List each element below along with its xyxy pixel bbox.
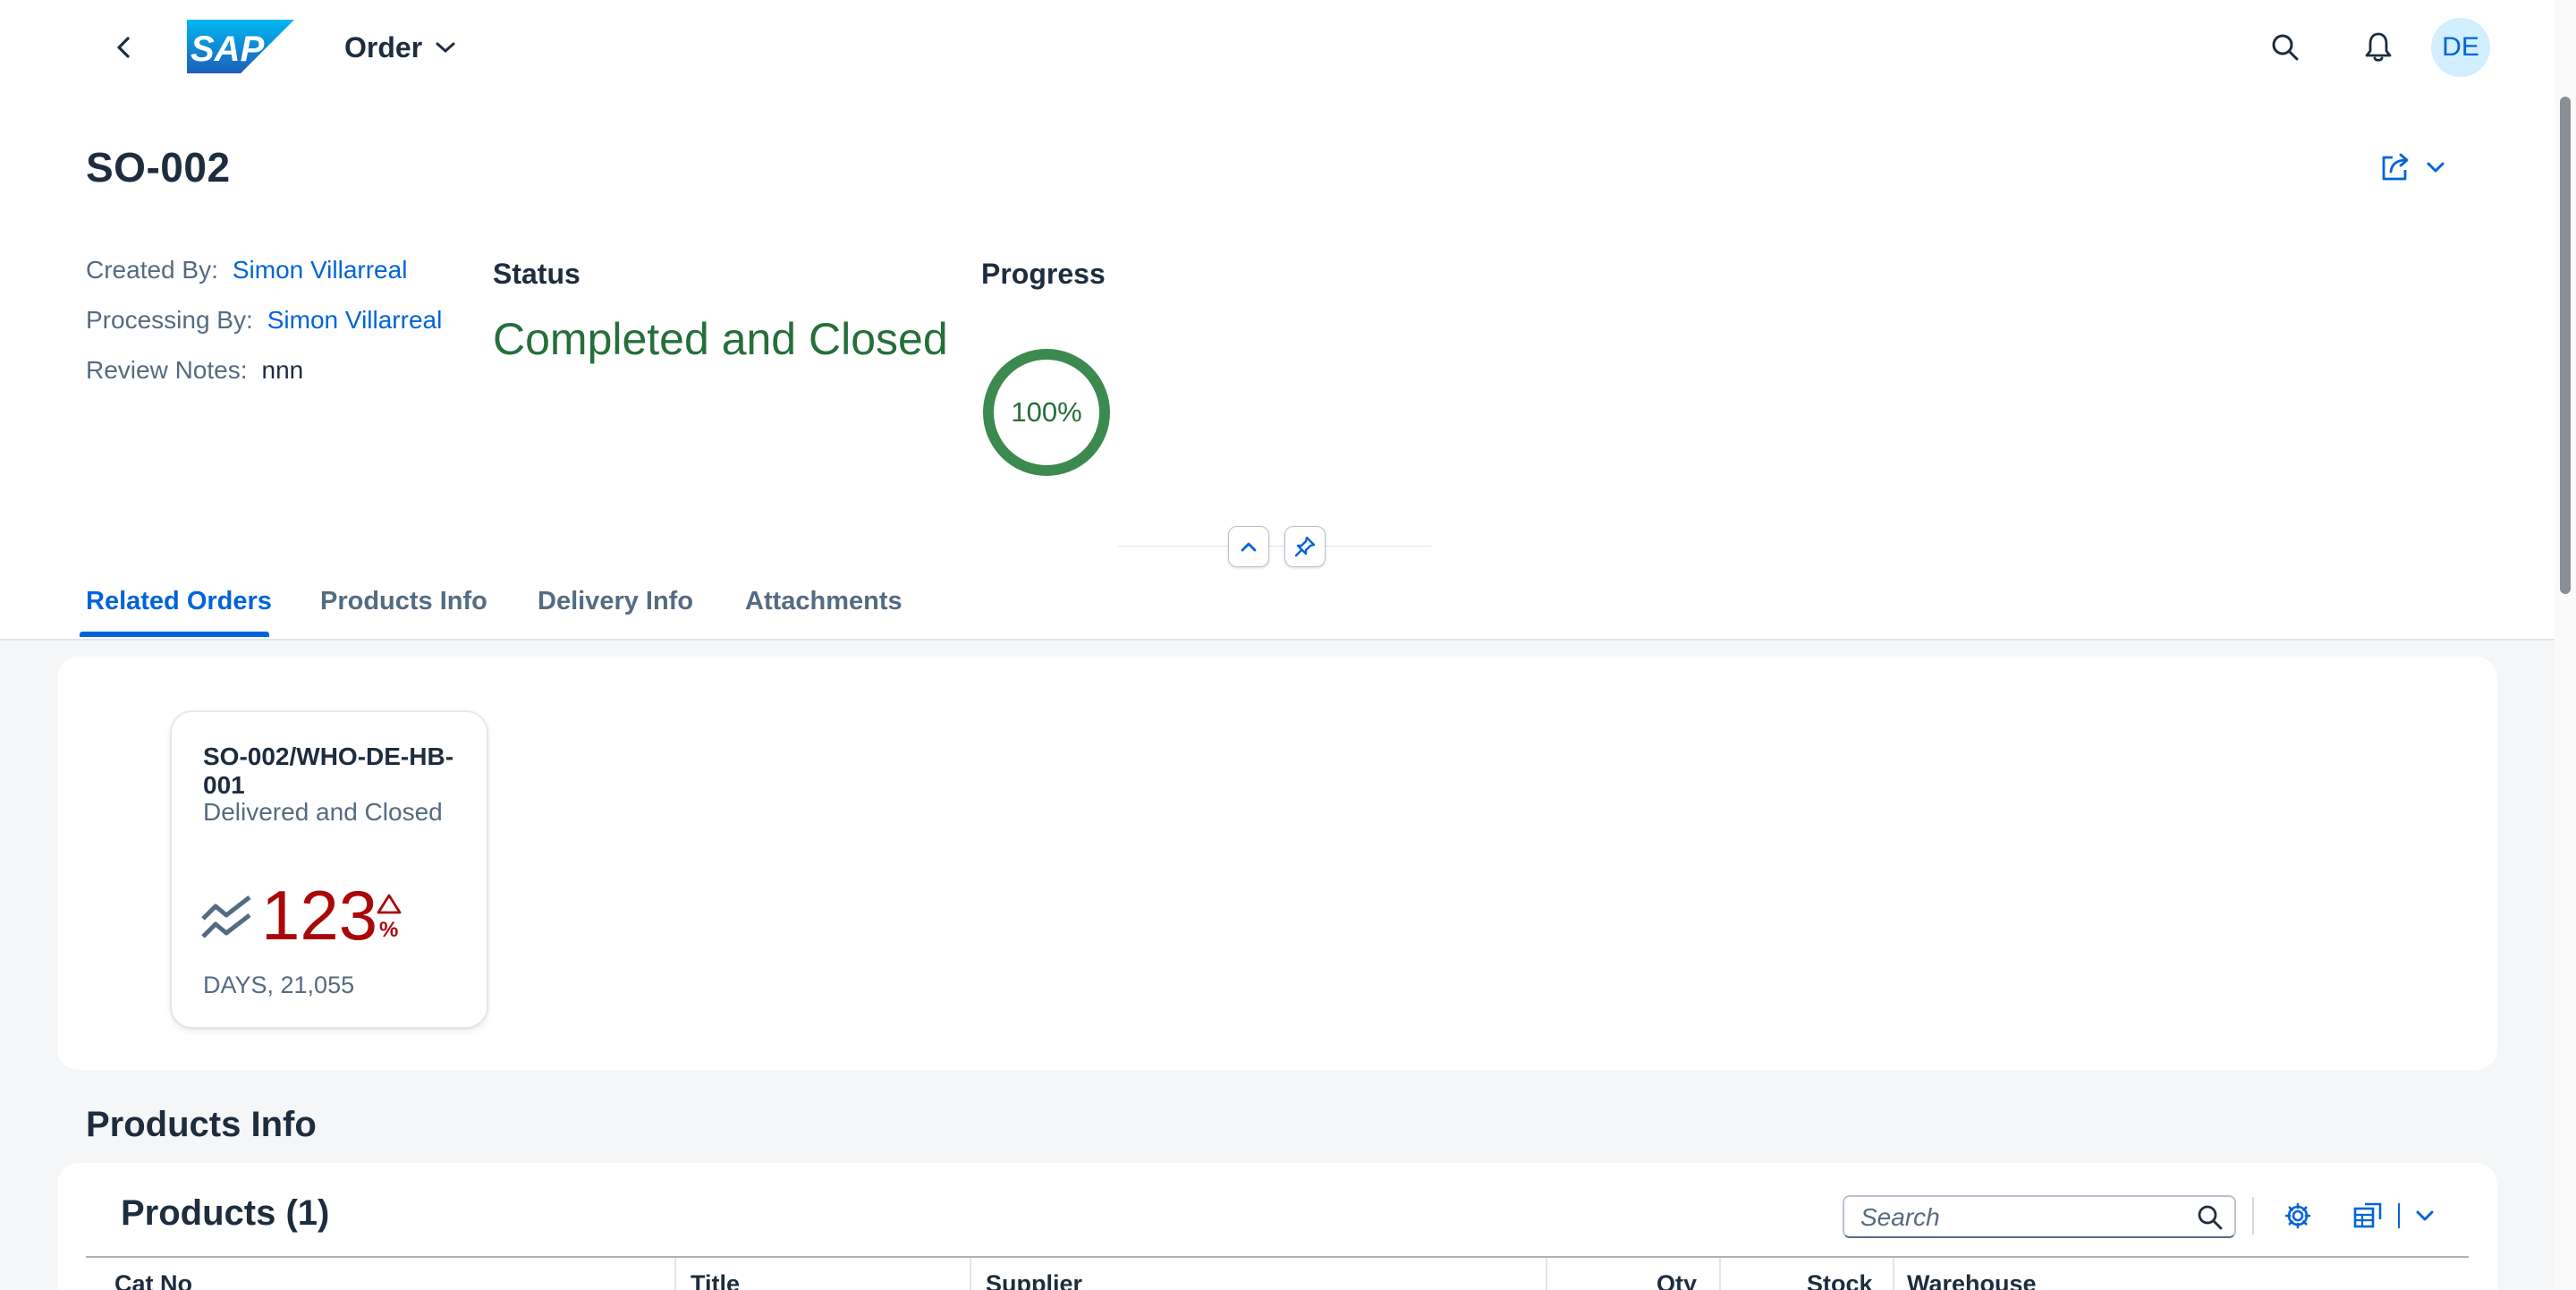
status-label: Status — [493, 258, 580, 290]
active-tab-indicator — [80, 632, 269, 637]
user-avatar[interactable]: DE — [2431, 18, 2490, 77]
export-button[interactable] — [2347, 1195, 2388, 1236]
pin-header-button[interactable] — [1284, 526, 1326, 567]
chevron-up-icon — [1241, 542, 1257, 552]
created-by-link[interactable]: Simon Villarreal — [233, 256, 408, 284]
progress-text: 100% — [1011, 396, 1082, 428]
tab-attachments[interactable]: Attachments — [745, 587, 902, 616]
search-button[interactable] — [2263, 25, 2308, 70]
column-header-supplier[interactable]: Supplier — [986, 1270, 1082, 1290]
tab-delivery-info[interactable]: Delivery Info — [538, 587, 693, 616]
processing-by-link[interactable]: Simon Villarreal — [267, 306, 443, 335]
header-divider — [1118, 546, 1431, 547]
trend-icon — [201, 895, 251, 938]
pin-icon — [1294, 536, 1316, 557]
table-search-input[interactable] — [1859, 1202, 2184, 1233]
chevron-down-icon — [2416, 1210, 2434, 1221]
column-separator — [970, 1258, 971, 1290]
avatar-initials: DE — [2442, 32, 2479, 62]
column-header-title[interactable]: Title — [691, 1270, 740, 1290]
tab-products-info[interactable]: Products Info — [320, 587, 487, 616]
chevron-left-icon — [117, 37, 130, 58]
created-by-attribute: Created By: Simon Villarreal — [86, 256, 407, 284]
gear-icon — [2284, 1202, 2311, 1229]
kpi-unit: % — [379, 918, 399, 942]
kpi-card[interactable]: SO-002/WHO-DE-HB-001 Delivered and Close… — [171, 711, 487, 1028]
table-settings-button[interactable] — [2277, 1195, 2318, 1236]
status-value: Completed and Closed — [493, 314, 948, 364]
kpi-value: 123 — [261, 876, 378, 955]
kpi-card-title: SO-002/WHO-DE-HB-001 — [203, 743, 454, 799]
trend-up-icon — [377, 894, 402, 914]
progress-label: Progress — [981, 258, 1106, 290]
processing-by-label: Processing By: — [86, 306, 253, 334]
collapse-header-button[interactable] — [1228, 526, 1269, 567]
table-search-field[interactable] — [1843, 1195, 2236, 1238]
chevron-down-icon — [436, 42, 455, 53]
tab-related-orders[interactable]: Related Orders — [86, 587, 272, 616]
table-search-button[interactable] — [2195, 1202, 2225, 1233]
column-separator — [1719, 1258, 1721, 1290]
review-notes-value: nnn — [261, 356, 304, 384]
app-root: SAP Order DE SO-002 Created By: Simon Vi… — [0, 0, 2576, 1290]
column-separator — [1546, 1258, 1547, 1290]
products-table-title: Products (1) — [121, 1193, 330, 1233]
column-header-cat-no[interactable]: Cat No — [114, 1270, 192, 1290]
page-scrollbar-thumb[interactable] — [2560, 97, 2571, 594]
products-section-title: Products Info — [86, 1105, 317, 1144]
sap-logo[interactable]: SAP — [187, 20, 294, 73]
export-options-button[interactable] — [2404, 1195, 2445, 1236]
search-icon — [2272, 34, 2299, 61]
column-header-warehouse[interactable]: Warehouse — [1907, 1270, 2037, 1290]
review-notes-attribute: Review Notes: nnn — [86, 356, 303, 385]
toolbar-separator — [2252, 1197, 2254, 1235]
products-table-header: Cat No Title Supplier Qty Stock Warehous… — [86, 1256, 2469, 1290]
export-spreadsheet-icon — [2353, 1202, 2382, 1228]
column-separator — [1893, 1258, 1894, 1290]
app-title-menu[interactable]: Order — [344, 27, 456, 68]
share-menu-button[interactable] — [2379, 152, 2445, 182]
share-icon — [2382, 153, 2409, 181]
column-header-stock[interactable]: Stock — [1807, 1270, 1873, 1290]
search-icon — [2198, 1205, 2223, 1230]
app-title: Order — [344, 30, 423, 64]
column-header-qty[interactable]: Qty — [1657, 1270, 1697, 1290]
created-by-label: Created By: — [86, 256, 218, 284]
bell-icon — [2365, 32, 2392, 62]
column-separator — [674, 1258, 676, 1290]
notifications-button[interactable] — [2356, 25, 2401, 70]
chevron-down-icon — [2427, 162, 2445, 173]
processing-by-attribute: Processing By: Simon Villarreal — [86, 306, 442, 335]
kpi-card-subtitle: Delivered and Closed — [203, 798, 443, 826]
svg-text:SAP: SAP — [191, 30, 265, 69]
export-split-separator — [2398, 1203, 2400, 1228]
shell-bar: SAP Order DE — [0, 0, 2555, 93]
section-tab-bar: Related Orders Products Info Delivery In… — [0, 573, 2555, 641]
page-title: SO-002 — [86, 144, 231, 191]
kpi-footer: DAYS, 21,055 — [203, 972, 355, 998]
review-notes-label: Review Notes: — [86, 356, 248, 384]
back-button[interactable] — [104, 27, 145, 68]
